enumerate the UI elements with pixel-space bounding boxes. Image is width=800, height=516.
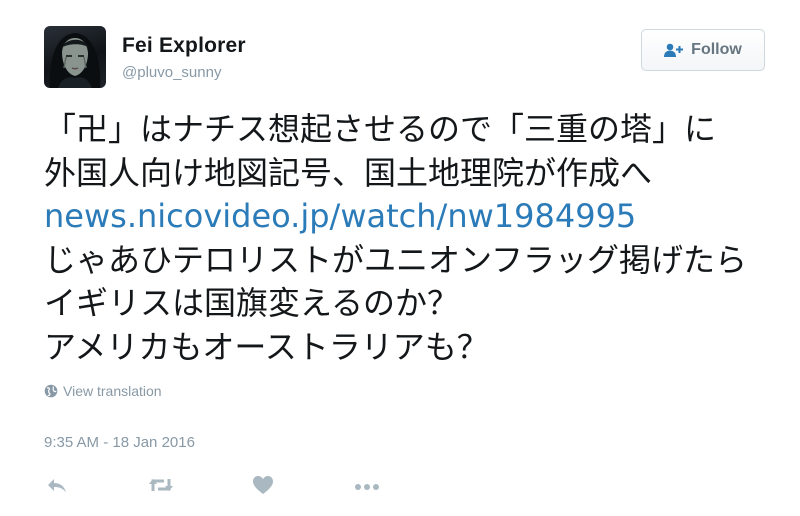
more-icon [354,478,380,496]
retweet-icon [148,476,174,499]
globe-icon [44,384,58,398]
display-name[interactable]: Fei Explorer [122,34,246,58]
retweet-button[interactable] [148,474,174,500]
tweet-line: イギリスは国旗変えるのか？ [44,284,460,323]
more-button[interactable] [354,474,380,500]
view-translation-link[interactable]: View translation [44,383,162,399]
tweet-actions [44,474,444,500]
heart-icon [252,475,274,500]
reply-button[interactable] [46,474,68,500]
user-handle[interactable]: @pluvo_sunny [122,64,221,81]
like-button[interactable] [252,474,274,500]
tweet-link[interactable]: news.nicovideo.jp/watch/nw1984995 [44,195,784,239]
tweet-line: アメリカもオーストラリアも？ [44,327,489,366]
tweet-card: Fei Explorer @pluvo_sunny Follow 「卍」はナチス… [0,0,800,516]
reply-icon [46,476,68,499]
follow-button-label: Follow [691,41,742,58]
tweet-line: 「卍」はナチス想起させるので「三重の塔」に [44,110,717,148]
tweet-text: 「卍」はナチス想起させるので「三重の塔」に 外国人向け地図記号、国土地理院が作成… [44,108,784,370]
add-user-icon [664,43,684,58]
timestamp[interactable]: 9:35 AM - 18 Jan 2016 [44,434,195,451]
view-translation-label: View translation [63,383,162,399]
tweet-line: じゃあひテロリストがユニオンフラッグ掲げたら [44,240,748,279]
tweet-line: 外国人向け地図記号、国土地理院が作成へ [44,153,653,192]
avatar[interactable] [44,26,106,88]
follow-button[interactable]: Follow [641,29,765,71]
